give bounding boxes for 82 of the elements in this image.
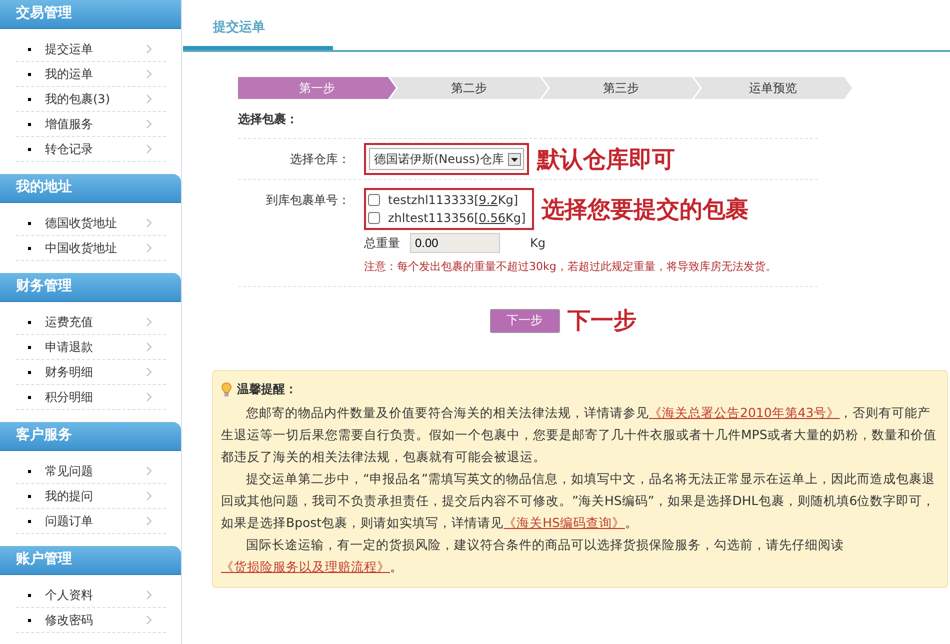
chevron-right-icon: [146, 94, 152, 104]
sidebar-item[interactable]: 运费充值: [45, 314, 146, 330]
sidebar-item[interactable]: 常见问题: [45, 462, 146, 480]
bullet-icon: [28, 320, 31, 324]
chevron-right-icon: [146, 69, 152, 79]
step-indicator: 第三步: [542, 77, 700, 99]
sidebar-item[interactable]: 个人资料: [45, 586, 146, 604]
package-label: zhltest113356[0.56Kg]: [388, 211, 526, 225]
chevron-right-icon: [146, 367, 152, 377]
sidebar-section-header: 交易管理: [0, 0, 181, 28]
package-checkbox[interactable]: [368, 212, 380, 224]
notice-paragraph: 提交运单第二步中，“申报品名”需填写英文的物品信息，如填写中文，品名将无法正常显示在运单上，因此而造成包裹退回或其他问题，我司不负责承担责任，提交后内容不可修改。”海关HS编码”，如果是选择DHL包裹，则随机填6位数字即可，如果是选择Bpost包裹，则请如实填写，详情请见《海关HS编码查询》。: [221, 470, 936, 532]
notice-link[interactable]: 《海关HS编码查询》: [504, 515, 625, 530]
bullet-icon: [28, 98, 31, 100]
sidebar-item[interactable]: 修改密码: [45, 612, 146, 628]
chevron-right-icon: [146, 218, 152, 228]
chevron-right-icon: [146, 491, 152, 501]
step-indicator: 运单预览: [694, 77, 852, 99]
chevron-right-icon: [146, 243, 152, 253]
chevron-right-icon: [146, 44, 152, 54]
package-checkbox[interactable]: [368, 194, 380, 206]
bullet-icon: [28, 122, 31, 126]
sidebar-item[interactable]: 申请退款: [45, 338, 146, 356]
step-indicator: 第二步: [390, 77, 548, 99]
sidebar-item[interactable]: 中国收货地址: [45, 240, 146, 256]
caret-icon: [508, 152, 521, 166]
bullet-icon: [28, 148, 31, 150]
chevron-right-icon: [146, 317, 152, 327]
notice-link[interactable]: 《货损险服务以及理赔流程》: [221, 559, 390, 574]
chevron-right-icon: [146, 119, 152, 129]
chevron-right-icon: [146, 342, 152, 352]
sidebar-item[interactable]: 积分明细: [45, 388, 146, 406]
annotation-text: 下一步: [568, 307, 636, 336]
bullet-icon: [28, 246, 31, 250]
section-heading: 选择包裹：: [238, 111, 299, 128]
sidebar-item[interactable]: 转仓记录: [45, 140, 146, 158]
sidebar-item[interactable]: 我的包裹(3): [45, 90, 146, 108]
bullet-icon: [28, 494, 31, 498]
sidebar-item[interactable]: 财务明细: [45, 364, 146, 380]
sidebar-item[interactable]: 问题订单: [45, 512, 146, 530]
bullet-icon: [28, 346, 31, 348]
unit-label: Kg: [530, 236, 546, 250]
sidebar-item[interactable]: 我的提问: [45, 488, 146, 504]
bullet-icon: [28, 222, 31, 224]
package-label: testzhl113333[9.2Kg]: [388, 193, 518, 207]
notice-paragraph: 国际长途运输，有一定的货损风险，建议符合条件的商品可以选择货损保险服务，勾选前，请先仔细阅读 《货损险服务以及理赔流程》。: [221, 536, 845, 576]
bullet-icon: [28, 370, 31, 374]
sidebar-section-header: 客户服务: [0, 422, 181, 450]
chevron-right-icon: [146, 144, 152, 154]
bullet-icon: [28, 72, 31, 76]
sidebar-item[interactable]: 增值服务: [45, 116, 146, 132]
sidebar-item[interactable]: 提交运单: [45, 40, 146, 58]
chevron-right-icon: [146, 466, 152, 476]
chevron-right-icon: [146, 590, 152, 600]
next-step-button[interactable]: 下一步: [490, 308, 560, 332]
bullet-icon: [28, 48, 31, 50]
sidebar-section-header: 账户管理: [0, 546, 181, 574]
field-label: 到库包裹单号：: [265, 192, 351, 209]
sidebar-item[interactable]: 我的运单: [45, 66, 146, 82]
notice-paragraph: 您邮寄的物品内件数量及价值要符合海关的相关法律法规，详情请参见《海关总署公告2010年第43号》，否则有可能产生退运等一切后果您需要自行负责。假如一个包裹中，您要是邮寄了几十件衣服或者十几件MPS或者大量的奶粉，数量和价值都违反了海关的相关法律法规，包裹就有可能会被退运。: [221, 404, 937, 466]
chevron-right-icon: [146, 392, 152, 402]
warehouse-select[interactable]: 德国诺伊斯(Neuss)仓库: [369, 148, 524, 170]
field-label: 总重量: [364, 234, 401, 252]
bullet-icon: [28, 396, 31, 398]
field-label: 选择仓库：: [289, 150, 351, 168]
chevron-right-icon: [146, 516, 152, 526]
bullet-icon: [28, 470, 31, 472]
annotation-text: 默认仓库即可: [536, 146, 675, 174]
total-weight-field[interactable]: 0.00: [410, 233, 500, 253]
notice-title: 温馨提醒：: [237, 381, 297, 398]
bullet-icon: [28, 618, 31, 622]
step-indicator: 第一步: [238, 77, 396, 99]
warning-text: 注意：每个发出包裹的重量不超过30kg，若超过此规定重量，将导致库房无法发货。: [364, 259, 776, 274]
notice-link[interactable]: 《海关总署公告2010年第43号》: [649, 405, 840, 420]
bullet-icon: [28, 520, 31, 522]
sidebar-section-header: 我的地址: [0, 174, 181, 202]
sidebar-item[interactable]: 德国收货地址: [45, 214, 146, 232]
lightbulb-icon: [221, 382, 232, 398]
sidebar-section-header: 财务管理: [0, 273, 181, 301]
bullet-icon: [28, 594, 31, 596]
annotation-text: 选择您要提交的包裹: [542, 196, 749, 224]
chevron-right-icon: [146, 615, 152, 625]
